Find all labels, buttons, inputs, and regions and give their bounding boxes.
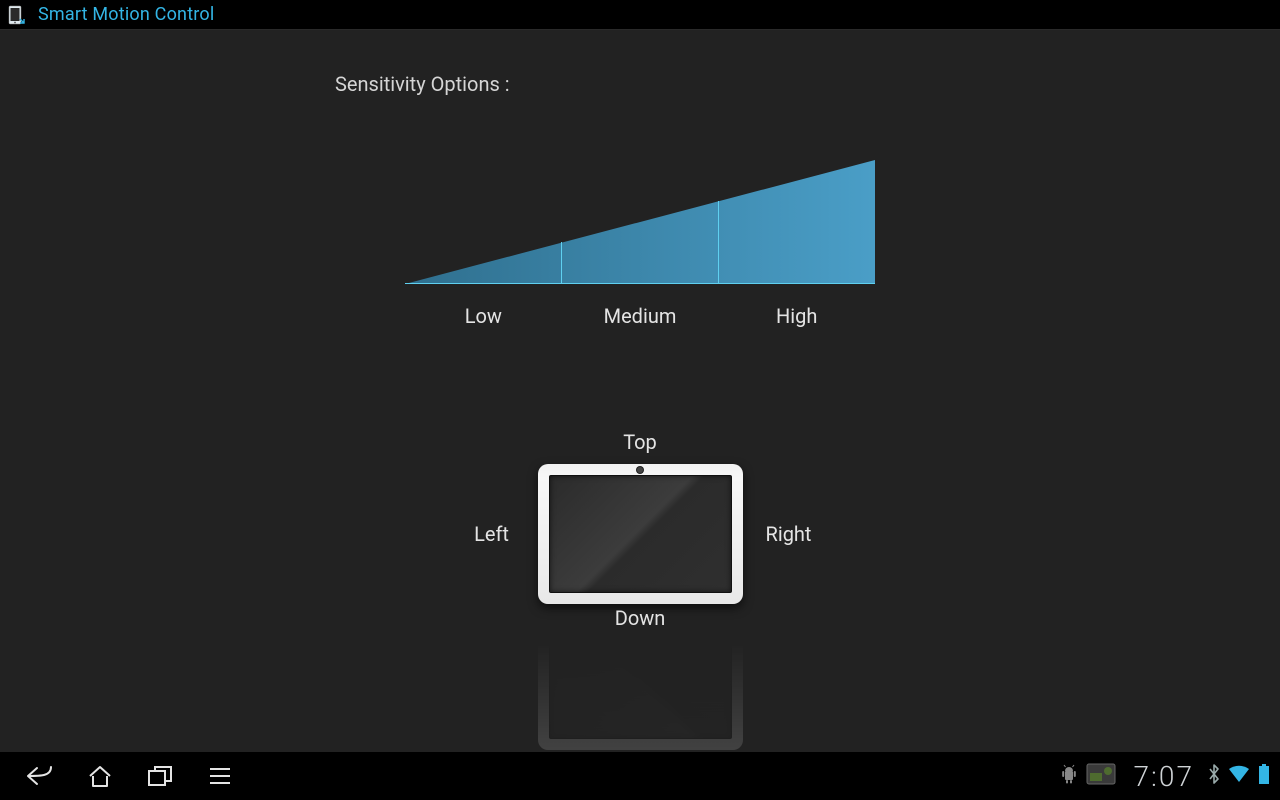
level-medium[interactable]: Medium [562, 304, 719, 328]
wifi-icon [1228, 765, 1250, 787]
direction-cluster: Top Left Right Down [0, 430, 1280, 750]
system-bar: 7:07 [0, 752, 1280, 800]
direction-top[interactable]: Top [0, 430, 1280, 454]
direction-down[interactable]: Down [0, 606, 1280, 630]
sensitivity-labels: Low Medium High [405, 304, 875, 328]
back-button[interactable] [10, 752, 70, 800]
tablet-reflection [538, 630, 743, 750]
level-low[interactable]: Low [405, 304, 562, 328]
direction-left[interactable]: Left [468, 522, 516, 546]
tablet-icon [538, 464, 743, 604]
clock: 7:07 [1134, 760, 1194, 793]
content-area: Sensitivity Options : Low Medium High To… [0, 30, 1280, 752]
status-icons[interactable]: 7:07 [1060, 760, 1270, 793]
android-icon [1060, 764, 1078, 788]
app-icon [6, 5, 26, 25]
level-high[interactable]: High [718, 304, 875, 328]
tablet-camera-icon [637, 467, 643, 473]
section-heading: Sensitivity Options : [335, 72, 510, 96]
direction-right[interactable]: Right [765, 522, 813, 546]
battery-icon [1258, 764, 1270, 788]
app-title: Smart Motion Control [38, 4, 214, 25]
title-bar: Smart Motion Control [0, 0, 1280, 30]
sensitivity-wedge[interactable] [405, 160, 875, 288]
notification-icon [1086, 763, 1116, 789]
menu-button[interactable] [190, 752, 250, 800]
tablet-screen-icon [549, 475, 732, 593]
bluetooth-icon [1208, 764, 1220, 788]
home-button[interactable] [70, 752, 130, 800]
recent-apps-button[interactable] [130, 752, 190, 800]
